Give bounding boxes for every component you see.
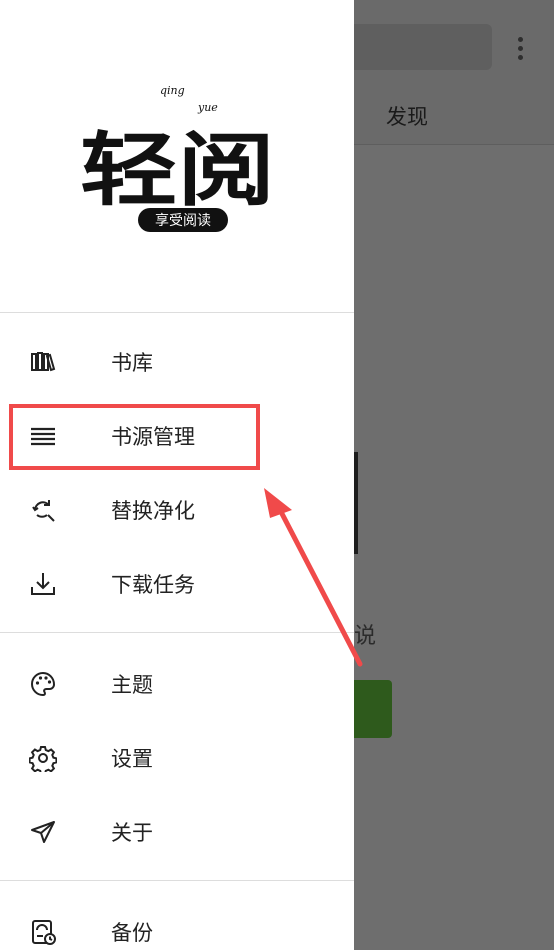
drawer-item-theme[interactable]: 主题 bbox=[0, 648, 354, 720]
library-icon bbox=[28, 347, 58, 377]
drawer-item-label: 书库 bbox=[111, 351, 153, 375]
drawer-item-label: 主题 bbox=[111, 673, 153, 697]
logo-subtitle: 享受阅读 bbox=[155, 212, 211, 229]
drawer-item-replace[interactable]: 替换净化 bbox=[0, 474, 354, 546]
drawer-item-downloads[interactable]: 下载任务 bbox=[0, 548, 354, 620]
logo-pinyin-qing: qing bbox=[160, 84, 185, 97]
drawer-item-library[interactable]: 书库 bbox=[0, 326, 354, 398]
palette-icon bbox=[28, 669, 58, 699]
divider bbox=[0, 312, 354, 313]
navigation-drawer: qing yue 轻阅 享受阅读 书库 书源管理 替换净化 下载任务 主题 设置… bbox=[0, 0, 354, 950]
send-icon bbox=[28, 817, 58, 847]
app-logo: qing yue 轻阅 享受阅读 bbox=[80, 84, 275, 232]
tab-discover[interactable]: 发现 bbox=[386, 101, 428, 131]
divider bbox=[0, 632, 354, 633]
logo-pinyin-yue: yue bbox=[197, 101, 218, 114]
drawer-item-about[interactable]: 关于 bbox=[0, 796, 354, 868]
background-toolbar bbox=[354, 0, 554, 145]
drawer-item-label: 关于 bbox=[111, 821, 153, 845]
more-options-icon[interactable] bbox=[506, 32, 534, 64]
gear-icon bbox=[28, 743, 58, 773]
background-partial-text: 说 bbox=[354, 624, 377, 649]
drawer-item-settings[interactable]: 设置 bbox=[0, 722, 354, 794]
drawer-item-label: 备份 bbox=[111, 921, 153, 945]
drawer-item-label: 替换净化 bbox=[111, 499, 195, 523]
drawer-item-label: 设置 bbox=[111, 747, 153, 771]
drawer-item-backup[interactable]: 备份 bbox=[0, 896, 354, 950]
background-search-bar[interactable] bbox=[354, 24, 492, 70]
background-action-button[interactable] bbox=[354, 680, 392, 738]
background-book-cover-edge bbox=[354, 452, 358, 554]
annotation-highlight-box bbox=[9, 404, 260, 470]
logo-title: 轻阅 bbox=[80, 123, 275, 217]
divider bbox=[0, 880, 354, 881]
download-icon bbox=[28, 569, 58, 599]
replace-icon bbox=[28, 495, 58, 525]
backup-icon bbox=[28, 917, 58, 947]
drawer-item-label: 下载任务 bbox=[111, 573, 195, 597]
